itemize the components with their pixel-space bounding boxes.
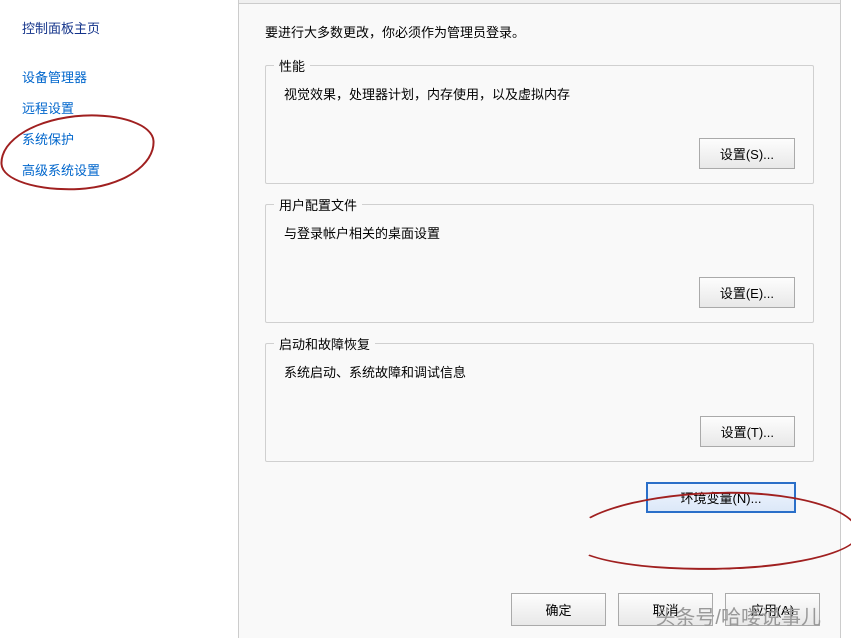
system-properties-dialog: 要进行大多数更改，你必须作为管理员登录。 性能 视觉效果，处理器计划，内存使用，… — [238, 0, 841, 638]
startup-legend: 启动和故障恢复 — [274, 334, 375, 353]
sidebar-item-advanced[interactable]: 高级系统设置 — [22, 160, 230, 179]
sidebar-item-device-manager[interactable]: 设备管理器 — [22, 67, 230, 86]
env-variables-button[interactable]: 环境变量(N)... — [646, 482, 796, 513]
startup-settings-button[interactable]: 设置(T)... — [700, 416, 795, 447]
performance-legend: 性能 — [274, 56, 310, 75]
performance-group: 性能 视觉效果，处理器计划，内存使用，以及虚拟内存 设置(S)... — [265, 65, 814, 184]
userprofile-legend: 用户配置文件 — [274, 195, 362, 214]
apply-button[interactable]: 应用(A) — [725, 593, 820, 626]
dialog-buttons: 确定 取消 应用(A) — [511, 593, 820, 626]
main-panel: 要进行大多数更改，你必须作为管理员登录。 性能 视觉效果，处理器计划，内存使用，… — [230, 0, 851, 638]
intro-text: 要进行大多数更改，你必须作为管理员登录。 — [265, 22, 814, 41]
performance-settings-button[interactable]: 设置(S)... — [699, 138, 795, 169]
userprofile-desc: 与登录帐户相关的桌面设置 — [284, 223, 795, 242]
startup-desc: 系统启动、系统故障和调试信息 — [284, 362, 795, 381]
ok-button[interactable]: 确定 — [511, 593, 606, 626]
sidebar-item-remote[interactable]: 远程设置 — [22, 98, 230, 117]
sidebar: 控制面板主页 设备管理器 远程设置 系统保护 高级系统设置 — [0, 0, 230, 638]
userprofile-group: 用户配置文件 与登录帐户相关的桌面设置 设置(E)... — [265, 204, 814, 323]
performance-desc: 视觉效果，处理器计划，内存使用，以及虚拟内存 — [284, 84, 795, 103]
sidebar-home[interactable]: 控制面板主页 — [22, 18, 230, 37]
startup-group: 启动和故障恢复 系统启动、系统故障和调试信息 设置(T)... — [265, 343, 814, 462]
userprofile-settings-button[interactable]: 设置(E)... — [699, 277, 795, 308]
sidebar-item-protection[interactable]: 系统保护 — [22, 129, 230, 148]
cancel-button[interactable]: 取消 — [618, 593, 713, 626]
